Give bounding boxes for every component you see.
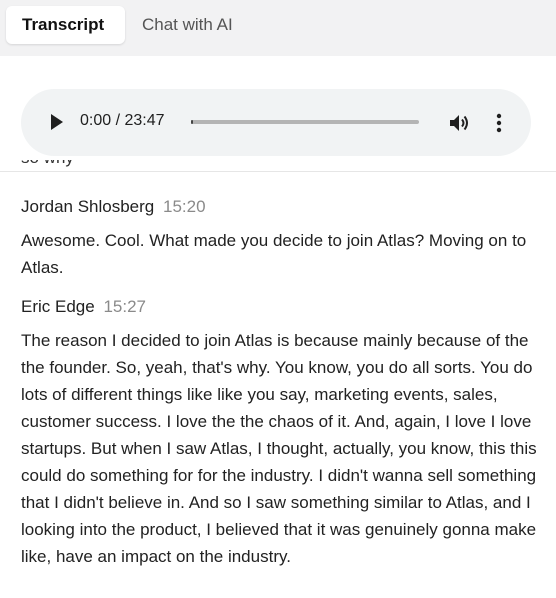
audio-player: 0:00 / 23:47 — [21, 89, 531, 156]
play-icon[interactable] — [47, 111, 67, 133]
timestamp-link[interactable]: 15:27 — [103, 297, 146, 316]
cutoff-text: so why — [21, 160, 74, 168]
time-display: 0:00 / 23:47 — [80, 112, 165, 129]
speaker-line: Eric Edge 15:27 — [21, 295, 541, 319]
timestamp-link[interactable]: 15:20 — [163, 197, 206, 216]
transcript-entry: Eric Edge 15:27 The reason I decided to … — [21, 295, 541, 570]
tab-chat-with-ai[interactable]: Chat with AI — [126, 6, 249, 44]
progress-fill — [191, 120, 193, 124]
tab-transcript[interactable]: Transcript — [6, 6, 125, 44]
volume-icon[interactable] — [447, 111, 471, 135]
transcript-entry: Jordan Shlosberg 15:20 Awesome. Cool. Wh… — [21, 195, 541, 281]
transcript-text: The reason I decided to join Atlas is be… — [21, 331, 537, 566]
tab-bar: Transcript Chat with AI — [0, 0, 556, 56]
more-vertical-icon[interactable] — [491, 111, 507, 135]
speaker-line: Jordan Shlosberg 15:20 — [21, 195, 541, 219]
transcript-list: Jordan Shlosberg 15:20 Awesome. Cool. Wh… — [21, 195, 541, 584]
speaker-name: Eric Edge — [21, 297, 95, 316]
transcript-text: Awesome. Cool. What made you decide to j… — [21, 231, 527, 277]
progress-slider[interactable] — [191, 120, 419, 124]
previous-entry-cutoff: so why — [0, 160, 556, 171]
speaker-name: Jordan Shlosberg — [21, 197, 155, 216]
divider — [0, 171, 556, 172]
